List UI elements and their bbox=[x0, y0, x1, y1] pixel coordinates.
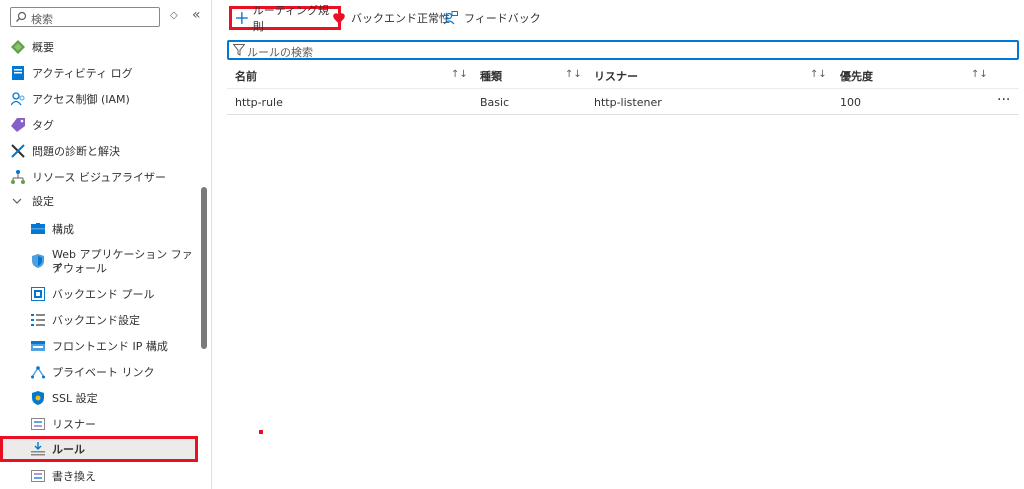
search-icon bbox=[16, 11, 27, 22]
backend-health-label: バックエンド正常性 bbox=[351, 12, 450, 25]
sidebar-item-label: 問題の診断と解決 bbox=[32, 145, 120, 158]
sidebar-item-label: リスナー bbox=[52, 418, 96, 431]
filter-icon bbox=[233, 44, 245, 56]
sidebar-item-visualizer[interactable]: リソース ビジュアライザー bbox=[0, 169, 200, 185]
sidebar-item-ssl[interactable]: SSL 設定 bbox=[0, 390, 200, 406]
collapse-sidebar-icon[interactable]: « bbox=[192, 7, 201, 23]
sidebar-item-backend-pool[interactable]: バックエンド プール bbox=[0, 286, 200, 302]
sidebar-item-label: 概要 bbox=[32, 41, 54, 54]
sidebar-item-iam[interactable]: アクセス制御 (IAM) bbox=[0, 91, 200, 107]
column-header-type[interactable]: 種類 bbox=[480, 68, 502, 84]
cell-priority: 100 bbox=[840, 96, 861, 109]
activity-log-icon bbox=[12, 66, 24, 80]
sidebar-item-label: リソース ビジュアライザー bbox=[32, 171, 166, 184]
sidebar-item-label: 書き換え bbox=[52, 470, 96, 483]
ssl-shield-icon bbox=[32, 391, 44, 405]
add-routing-rule-label: ルーティング規則 bbox=[252, 4, 330, 33]
cell-listener: http-listener bbox=[594, 96, 662, 109]
sort-icon[interactable]: ↑↓ bbox=[451, 69, 468, 80]
column-header-name[interactable]: 名前 bbox=[235, 68, 257, 84]
rule-search-placeholder: ルールの検索 bbox=[247, 46, 313, 59]
sort-icon[interactable]: ↑↓ bbox=[971, 69, 988, 80]
sidebar-item-tags[interactable]: タグ bbox=[0, 117, 200, 133]
row-divider bbox=[227, 114, 1019, 115]
sidebar-item-configuration[interactable]: 構成 bbox=[0, 221, 200, 237]
diagnose-icon bbox=[11, 144, 25, 158]
sort-icon[interactable]: ↑↓ bbox=[810, 69, 827, 80]
sidebar-group-label: 設定 bbox=[32, 195, 54, 208]
sidebar-search-row: 検索 ◇ « bbox=[10, 7, 210, 27]
rewrite-icon bbox=[31, 470, 45, 482]
sidebar-item-label: プライベート リンク bbox=[52, 366, 155, 379]
sidebar-item-rewrite[interactable]: 書き換え bbox=[0, 468, 200, 484]
sidebar-item-activity-log[interactable]: アクティビティ ログ bbox=[0, 65, 200, 81]
backend-pool-icon bbox=[31, 287, 45, 301]
sidebar-item-rules[interactable]: ルール bbox=[0, 441, 200, 457]
sidebar-group-settings[interactable]: 設定 bbox=[0, 194, 200, 210]
search-placeholder: 検索 bbox=[31, 13, 53, 26]
annotation-dot bbox=[259, 430, 263, 434]
waf-shield-icon bbox=[32, 254, 44, 268]
heart-icon bbox=[333, 12, 345, 24]
sidebar-scrollbar[interactable] bbox=[201, 187, 207, 349]
rule-search-input[interactable]: ルールの検索 bbox=[227, 40, 1019, 60]
listener-icon bbox=[31, 418, 45, 430]
configuration-icon bbox=[31, 223, 45, 234]
plus-icon bbox=[236, 12, 248, 24]
feedback-button[interactable]: フィードバック bbox=[444, 6, 541, 30]
chevron-down-icon bbox=[12, 198, 22, 204]
visualizer-icon bbox=[11, 170, 25, 184]
sidebar-item-label: タグ bbox=[32, 119, 54, 132]
sidebar-item-label: SSL 設定 bbox=[52, 392, 98, 405]
sort-toggle-icon[interactable]: ◇ bbox=[170, 10, 178, 21]
frontend-ip-icon bbox=[31, 341, 45, 351]
cell-type: Basic bbox=[480, 96, 510, 109]
sidebar-item-label: 構成 bbox=[52, 223, 74, 236]
feedback-label: フィードバック bbox=[464, 12, 541, 25]
sort-icon[interactable]: ↑↓ bbox=[565, 69, 582, 80]
iam-icon bbox=[11, 92, 25, 106]
rules-icon bbox=[31, 442, 45, 456]
sidebar-item-label: ルール bbox=[52, 443, 85, 456]
column-header-listener[interactable]: リスナー bbox=[594, 68, 638, 84]
sidebar-item-label: バックエンド設定 bbox=[52, 314, 140, 327]
feedback-icon bbox=[444, 11, 458, 25]
search-input[interactable]: 検索 bbox=[10, 7, 160, 27]
backend-settings-icon bbox=[31, 314, 45, 326]
sidebar-item-label: フロントエンド IP 構成 bbox=[52, 340, 168, 353]
main-content: ルーティング規則 バックエンド正常性 フィードバック ルールの検索 名前 ↑↓ … bbox=[213, 0, 1024, 489]
column-header-priority[interactable]: 優先度 bbox=[840, 68, 873, 84]
sidebar-item-label: バックエンド プール bbox=[52, 288, 155, 301]
sidebar-item-label: アクティビティ ログ bbox=[32, 67, 133, 80]
private-link-icon bbox=[31, 366, 45, 379]
sidebar-item-waf[interactable]: Web アプリケーション ファイ アウォール bbox=[0, 246, 200, 276]
sidebar-item-listener[interactable]: リスナー bbox=[0, 416, 200, 432]
cell-name[interactable]: http-rule bbox=[235, 96, 283, 109]
sidebar-item-frontend-ip[interactable]: フロントエンド IP 構成 bbox=[0, 338, 200, 354]
header-divider bbox=[227, 88, 1019, 89]
sidebar-item-overview[interactable]: 概要 bbox=[0, 39, 200, 55]
sidebar-item-label: アクセス制御 (IAM) bbox=[32, 93, 130, 106]
add-routing-rule-button[interactable]: ルーティング規則 bbox=[229, 4, 341, 33]
sidebar-item-label-line2: アウォール bbox=[52, 262, 107, 275]
overview-icon bbox=[11, 40, 25, 54]
sidebar-item-diagnose[interactable]: 問題の診断と解決 bbox=[0, 143, 200, 159]
sidebar-item-backend-settings[interactable]: バックエンド設定 bbox=[0, 312, 200, 328]
more-actions-icon[interactable]: ··· bbox=[997, 92, 1010, 108]
sidebar-item-private-link[interactable]: プライベート リンク bbox=[0, 364, 200, 380]
sidebar: 検索 ◇ « 概要 アクティビティ ログ アクセス制御 (IAM) タグ 問題の… bbox=[0, 0, 212, 489]
backend-health-button[interactable]: バックエンド正常性 bbox=[333, 6, 450, 30]
tag-icon bbox=[11, 118, 25, 132]
